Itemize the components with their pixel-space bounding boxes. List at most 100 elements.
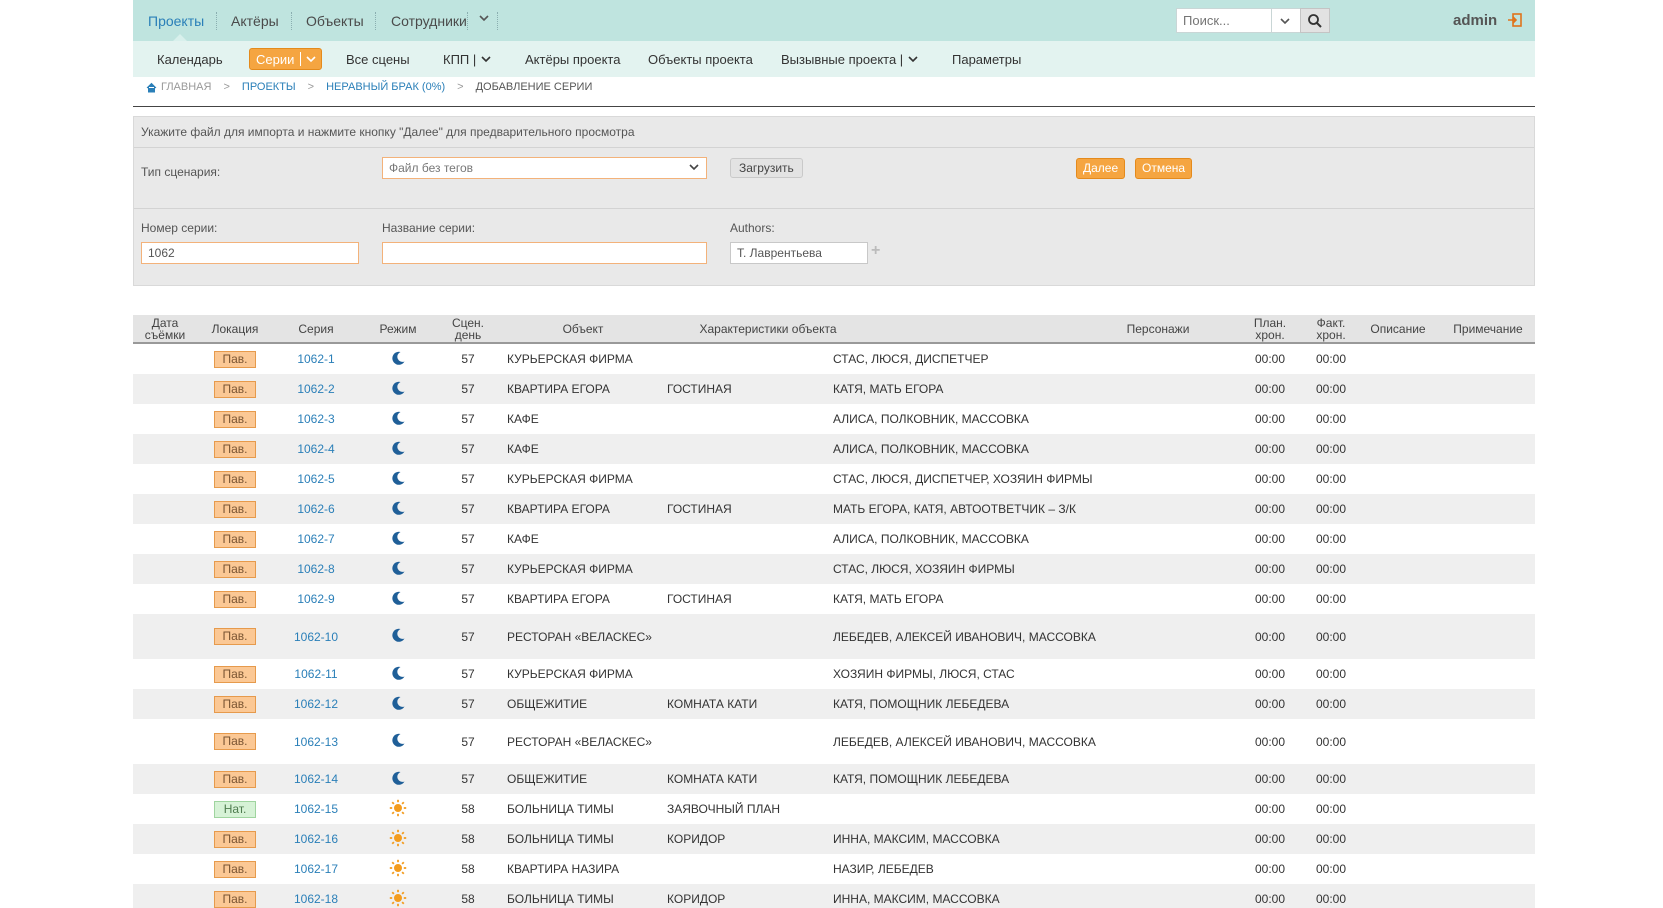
subnav-kpp[interactable]: КПП | (443, 52, 492, 67)
subnav-project-actors[interactable]: Актёры проекта (525, 52, 620, 67)
table-row[interactable]: Пав. 1062-4 57 КАФЕ АЛИСА, ПОЛКОВНИК, МАССОВ… (133, 434, 1535, 464)
series-link[interactable]: 1062-6 (297, 502, 334, 516)
cell-series: 1062-4 (281, 434, 351, 464)
series-name-input[interactable] (382, 242, 707, 264)
nav-objects[interactable]: Объекты (306, 13, 364, 29)
nav-projects[interactable]: Проекты (148, 13, 204, 29)
nav-actors[interactable]: Актёры (231, 13, 279, 29)
cell-object-characteristics: КОМНАТА КАТИ (667, 697, 758, 711)
table-row[interactable]: Пав. 1062-3 57 КАФЕ АЛИСА, ПОЛКОВНИК, МАССОВ… (133, 404, 1535, 434)
cancel-button[interactable]: Отмена (1135, 158, 1193, 179)
authors-input[interactable] (730, 242, 868, 264)
table-row[interactable]: Пав. 1062-10 57 РЕСТОРАН «ВЕЛАСКЕС» ЛЕБЕДЕВ,… (133, 614, 1535, 659)
table-row[interactable]: Пав. 1062-5 57 КУРЬЕРСКАЯ ФИРМА СТАС, ЛЮСЯ, … (133, 464, 1535, 494)
header-shoot-date[interactable]: Дата съёмки (133, 315, 197, 342)
header-note[interactable]: Примечание (1443, 315, 1533, 342)
series-link[interactable]: 1062-9 (297, 592, 334, 606)
series-link[interactable]: 1062-8 (297, 562, 334, 576)
header-planned-duration[interactable]: План. хрон. (1245, 315, 1295, 342)
nav-staff[interactable]: Сотрудники (391, 13, 467, 29)
series-link[interactable]: 1062-17 (294, 862, 338, 876)
series-link[interactable]: 1062-11 (294, 667, 337, 681)
table-row[interactable]: Пав. 1062-13 57 РЕСТОРАН «ВЕЛАСКЕС» ЛЕБЕДЕВ,… (133, 719, 1535, 764)
table-row[interactable]: Пав. 1062-6 57 КВАРТИРА ЕГОРА ГОСТИНАЯ МАТЬ Е… (133, 494, 1535, 524)
cell-actual-duration: 00:00 (1315, 352, 1347, 366)
cell-description (1363, 794, 1433, 824)
table-row[interactable]: Пав. 1062-18 58 БОЛЬНИЦА ТИМЫ КОРИДОР ИННА, М… (133, 884, 1535, 908)
cell-shoot-date (133, 719, 197, 764)
header-series[interactable]: Серия (288, 315, 344, 342)
cell-shoot-date (133, 764, 197, 794)
subnav-series[interactable]: Серии (249, 48, 323, 70)
series-link[interactable]: 1062-1 (297, 352, 334, 366)
search-dropdown-toggle[interactable] (1271, 8, 1297, 33)
next-button[interactable]: Далее (1076, 158, 1126, 179)
header-actual-duration[interactable]: Факт. хрон. (1306, 315, 1356, 342)
cell-object: КУРЬЕРСКАЯ ФИРМА (507, 667, 633, 681)
subnav-calendar[interactable]: Календарь (157, 52, 223, 67)
table-row[interactable]: Пав. 1062-9 57 КВАРТИРА ЕГОРА ГОСТИНАЯ КАТЯ, … (133, 584, 1535, 614)
header-characters[interactable]: Персонажи (1113, 315, 1203, 342)
series-link[interactable]: 1062-15 (294, 802, 338, 816)
nav-more-chevron-icon[interactable] (478, 11, 490, 28)
header-object[interactable]: Объект (553, 315, 613, 342)
cell-scene-day: 57 (461, 352, 475, 366)
series-link[interactable]: 1062-2 (297, 382, 334, 396)
scenario-type-select[interactable]: Файл без тегов (382, 157, 707, 179)
breadcrumb-home[interactable]: ГЛАВНАЯ (161, 81, 211, 93)
header-location[interactable]: Локация (207, 315, 263, 342)
table-row[interactable]: Пав. 1062-8 57 КУРЬЕРСКАЯ ФИРМА СТАС, ЛЮСЯ, … (133, 554, 1535, 584)
series-link[interactable]: 1062-12 (294, 697, 338, 711)
table-row[interactable]: Пав. 1062-2 57 КВАРТИРА ЕГОРА ГОСТИНАЯ КАТЯ, … (133, 374, 1535, 404)
table-row[interactable]: Пав. 1062-14 57 ОБЩЕЖИТИЕ КОМНАТА КАТИ КАТЯ, … (133, 764, 1535, 794)
breadcrumb-project[interactable]: НЕРАВНЫЙ БРАК (0%) (326, 81, 445, 93)
search-button[interactable] (1300, 8, 1330, 33)
table-row[interactable]: Пав. 1062-7 57 КАФЕ АЛИСА, ПОЛКОВНИК, МАССОВ… (133, 524, 1535, 554)
table-row[interactable]: Пав. 1062-17 58 КВАРТИРА НАЗИРА НАЗИР, ЛЕБЕД… (133, 854, 1535, 884)
series-link[interactable]: 1062-13 (294, 735, 338, 749)
subnav-all-scenes[interactable]: Все сцены (346, 52, 410, 67)
table-row[interactable]: Пав. 1062-16 58 БОЛЬНИЦА ТИМЫ КОРИДОР ИННА, М… (133, 824, 1535, 854)
cell-scene-day: 57 (461, 667, 475, 681)
table-row[interactable]: Пав. 1062-1 57 КУРЬЕРСКАЯ ФИРМА СТАС, ЛЮСЯ, … (133, 344, 1535, 374)
series-link[interactable]: 1062-10 (294, 630, 338, 644)
series-link[interactable]: 1062-16 (294, 832, 338, 846)
series-link[interactable]: 1062-18 (294, 892, 338, 906)
cell-description (1363, 494, 1433, 524)
header-mode[interactable]: Режим (373, 315, 423, 342)
logout-icon[interactable] (1507, 12, 1523, 28)
series-number-input[interactable] (141, 242, 359, 264)
cell-planned-duration: 00:00 (1254, 697, 1286, 711)
series-link[interactable]: 1062-14 (294, 772, 338, 786)
add-author-icon[interactable]: + (871, 242, 880, 260)
cell-mode (373, 464, 423, 494)
cell-actual-duration: 00:00 (1315, 892, 1347, 906)
breadcrumb-separator: > (307, 81, 315, 93)
cell-location: Пав. (207, 524, 263, 554)
series-link[interactable]: 1062-5 (297, 472, 334, 486)
sub-navbar: Календарь Серии Все сцены КПП | Актёры п… (133, 41, 1535, 77)
subnav-project-callsheets[interactable]: Вызывные проекта | (781, 52, 919, 67)
subnav-project-objects[interactable]: Объекты проекта (648, 52, 753, 67)
cell-object-characteristics: КОМНАТА КАТИ (667, 772, 758, 786)
user-name[interactable]: admin (1453, 12, 1497, 29)
upload-button[interactable]: Загрузить (730, 158, 803, 178)
subnav-parameters[interactable]: Параметры (952, 52, 1021, 67)
series-link[interactable]: 1062-3 (297, 412, 334, 426)
table-row[interactable]: Пав. 1062-11 57 КУРЬЕРСКАЯ ФИРМА ХОЗЯИН ФИРМ… (133, 659, 1535, 689)
header-object-characteristics[interactable]: Характеристики объекта (693, 315, 843, 342)
series-link[interactable]: 1062-7 (297, 532, 334, 546)
cell-shoot-date (133, 689, 197, 719)
chevron-down-icon (689, 164, 699, 171)
cell-mode (373, 719, 423, 764)
breadcrumb-projects[interactable]: ПРОЕКТЫ (242, 81, 296, 93)
series-link[interactable]: 1062-4 (297, 442, 334, 456)
cell-characters: СТАС, ЛЮСЯ, ХОЗЯИН ФИРМЫ (833, 562, 1015, 576)
header-description[interactable]: Описание (1363, 315, 1433, 342)
table-row[interactable]: Нат. 1062-15 58 БОЛЬНИЦА ТИМЫ ЗАЯВОЧНЫЙ ПЛАН… (133, 794, 1535, 824)
cell-shoot-date (133, 434, 197, 464)
divider (134, 147, 1534, 148)
table-row[interactable]: Пав. 1062-12 57 ОБЩЕЖИТИЕ КОМНАТА КАТИ КАТЯ, … (133, 689, 1535, 719)
header-scene-day[interactable]: Сцен. день (448, 315, 488, 342)
cell-note (1443, 884, 1533, 908)
